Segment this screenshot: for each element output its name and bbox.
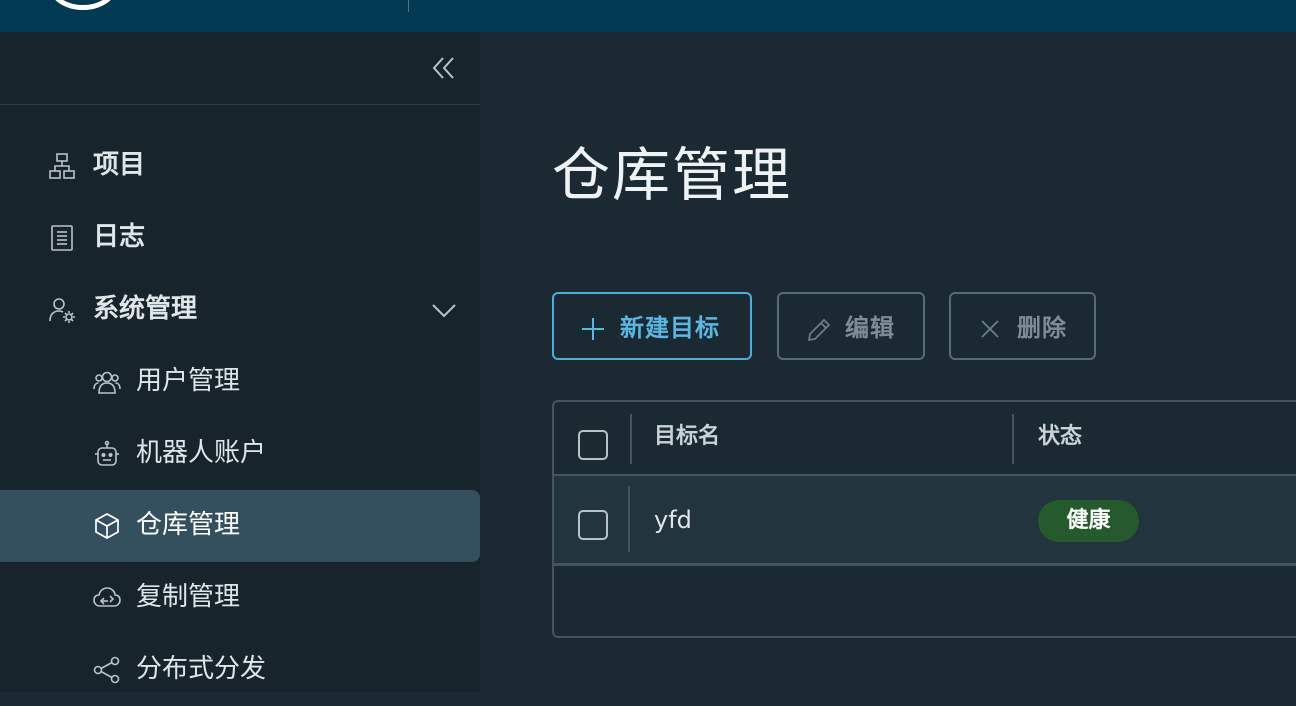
delete-label: 删除 bbox=[1017, 314, 1067, 342]
edit-button[interactable]: 编辑 bbox=[777, 292, 925, 360]
sidebar-item-label: 复制管理 bbox=[136, 582, 241, 612]
table-row[interactable]: yfd 健康 bbox=[554, 476, 1296, 566]
column-separator bbox=[1012, 414, 1014, 464]
sidebar-item-logs[interactable]: 日志 bbox=[0, 202, 480, 274]
pencil-icon bbox=[805, 316, 831, 342]
sidebar-item-label: 分布式分发 bbox=[136, 654, 267, 684]
project-icon bbox=[48, 152, 76, 180]
table-header: 目标名 状态 bbox=[554, 402, 1296, 476]
column-separator bbox=[630, 414, 632, 464]
column-header-status[interactable]: 状态 bbox=[1038, 422, 1082, 452]
sidebar-item-label: 项目 bbox=[93, 150, 146, 180]
column-separator bbox=[628, 486, 630, 552]
sidebar-item-label: 仓库管理 bbox=[136, 510, 241, 540]
edit-label: 编辑 bbox=[845, 314, 895, 342]
sidebar-item-label: 日志 bbox=[93, 222, 146, 252]
sidebar-item-label: 机器人账户 bbox=[136, 438, 267, 468]
plus-icon bbox=[580, 316, 606, 342]
top-header bbox=[0, 0, 1296, 32]
share-icon bbox=[93, 656, 121, 684]
endpoints-datagrid: 目标名 状态 yfd 健康 bbox=[552, 400, 1296, 638]
delete-button[interactable]: 删除 bbox=[949, 292, 1096, 360]
main-content: 仓库管理 新建目标 编辑 删除 目标名 状态 yfd 健康 bbox=[480, 32, 1296, 692]
new-endpoint-button[interactable]: 新建目标 bbox=[552, 292, 752, 360]
row-checkbox[interactable] bbox=[578, 510, 608, 540]
registry-icon bbox=[93, 512, 121, 540]
sidebar: 项目 日志 系统管理 用户管理 机器人账户 仓库管理 复制管理 分布式分发 bbox=[0, 32, 480, 692]
users-icon bbox=[93, 368, 121, 396]
select-all-checkbox[interactable] bbox=[578, 430, 608, 460]
sidebar-item-registries[interactable]: 仓库管理 bbox=[0, 490, 480, 562]
chevron-down-icon bbox=[430, 296, 458, 324]
new-endpoint-label: 新建目标 bbox=[620, 314, 720, 342]
sidebar-item-robot-accounts[interactable]: 机器人账户 bbox=[0, 418, 480, 490]
sidebar-item-distributions[interactable]: 分布式分发 bbox=[0, 634, 480, 706]
close-icon bbox=[977, 316, 1003, 342]
log-icon bbox=[48, 224, 76, 252]
admin-icon bbox=[48, 296, 76, 324]
robot-icon bbox=[93, 440, 121, 468]
header-divider bbox=[408, 0, 409, 12]
sidebar-item-users[interactable]: 用户管理 bbox=[0, 346, 480, 418]
sidebar-collapse-bar bbox=[0, 32, 480, 105]
sidebar-item-administration[interactable]: 系统管理 bbox=[0, 274, 480, 346]
sidebar-item-label: 用户管理 bbox=[136, 366, 241, 396]
status-badge: 健康 bbox=[1038, 500, 1139, 542]
column-header-name[interactable]: 目标名 bbox=[654, 422, 720, 452]
sidebar-item-projects[interactable]: 项目 bbox=[0, 130, 480, 202]
logo[interactable] bbox=[50, 0, 116, 10]
sidebar-item-label: 系统管理 bbox=[93, 294, 198, 324]
double-chevron-left-icon[interactable] bbox=[430, 54, 458, 82]
sidebar-item-replications[interactable]: 复制管理 bbox=[0, 562, 480, 634]
endpoint-name: yfd bbox=[654, 506, 692, 534]
replication-icon bbox=[93, 584, 121, 612]
page-title: 仓库管理 bbox=[552, 141, 793, 209]
